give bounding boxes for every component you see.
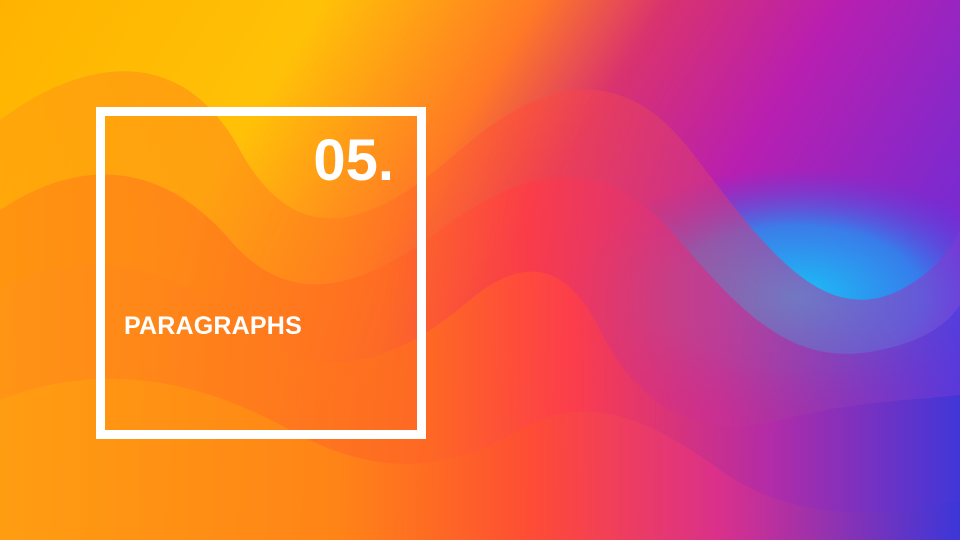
slide: 05. PARAGRAPHS <box>0 0 960 540</box>
section-heading: PARAGRAPHS <box>124 312 302 340</box>
section-number: 05. <box>313 128 394 193</box>
